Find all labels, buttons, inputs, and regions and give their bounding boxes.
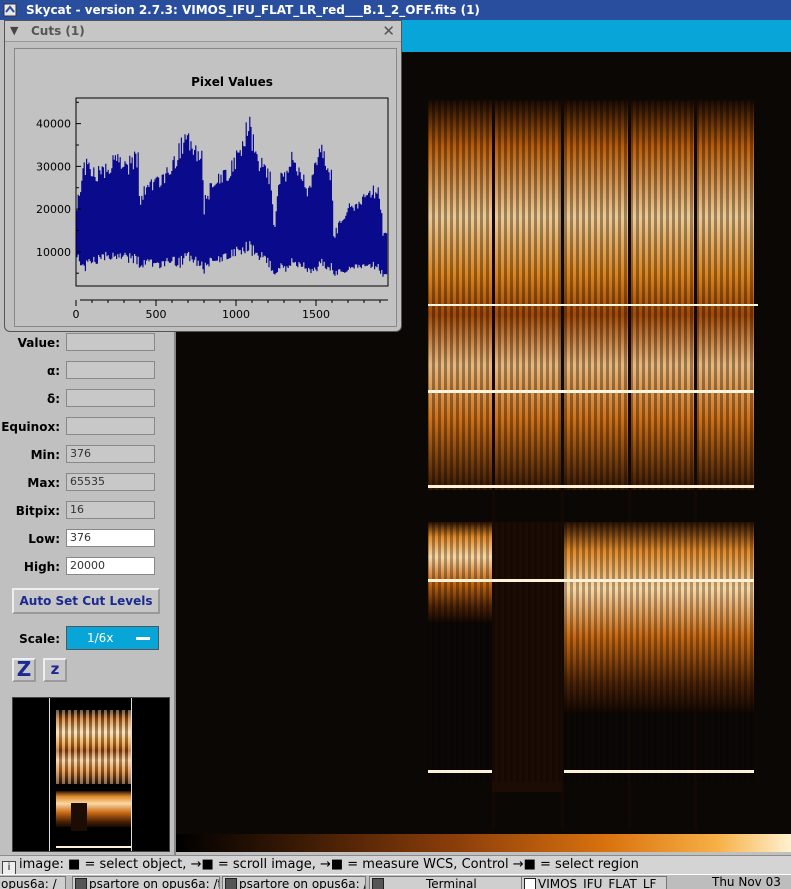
status-part-select: = select object, — [80, 857, 191, 872]
field-value[interactable]: 20000 — [66, 557, 155, 575]
field-label: Low: — [28, 532, 60, 546]
terminal-icon — [372, 878, 384, 889]
field-value[interactable] — [66, 333, 155, 351]
chart-svg: Pixel Values 10000 20000 30000 40000 0 500 1000… — [36, 75, 389, 321]
y-tick-label: 30000 — [36, 160, 71, 173]
pixel-values-chart: Pixel Values 10000 20000 30000 40000 0 500 1000… — [14, 48, 397, 327]
status-prefix: image: — [19, 857, 64, 872]
field-label: Value: — [17, 336, 60, 350]
taskbar-item-label: Terminal — [426, 877, 477, 889]
zoom-out-button[interactable]: z — [43, 658, 67, 682]
arrow-mouse-icon: →■ — [190, 857, 214, 872]
field-value[interactable]: 376 — [66, 445, 155, 463]
taskbar-item[interactable]: opus6a: / — [0, 876, 66, 889]
field-label: Bitpix: — [15, 504, 60, 518]
field-value[interactable]: 376 — [66, 529, 155, 547]
field-label: α: — [46, 364, 60, 378]
field-label: High: — [23, 560, 60, 574]
taskbar-item[interactable]: VIMOS_IFU_FLAT_LF — [521, 876, 667, 889]
status-part-scroll: = scroll image, — [213, 857, 320, 872]
field-value[interactable]: 65535 — [66, 473, 155, 491]
x-tick-label: 1500 — [302, 308, 330, 321]
field-value[interactable]: 16 — [66, 501, 155, 519]
close-icon[interactable]: ✕ — [382, 22, 395, 40]
status-part-region: = select region — [535, 857, 639, 872]
scale-value: 1/6x — [87, 631, 114, 645]
cuts-title: Cuts (1) — [31, 24, 85, 38]
info-icon: i — [2, 861, 16, 874]
window-title: Skycat - version 2.7.3: VIMOS_IFU_FLAT_L… — [26, 3, 480, 17]
terminal-icon — [75, 878, 87, 889]
status-bar: i image: ■ = select object, →■ = scroll i… — [0, 855, 791, 874]
pixel-values-series — [76, 116, 388, 277]
taskbar-item-label: VIMOS_IFU_FLAT_LF — [538, 877, 657, 889]
chart-title: Pixel Values — [191, 75, 273, 89]
field-value[interactable] — [66, 361, 155, 379]
menu-indicator-icon — [136, 637, 150, 640]
arrow-mouse-icon: →■ — [319, 857, 344, 872]
taskbar-clock: Thu Nov 03 — [712, 875, 781, 889]
panner-thumbnail[interactable] — [12, 697, 170, 852]
window-title-bar[interactable]: Skycat - version 2.7.3: VIMOS_IFU_FLAT_L… — [0, 0, 791, 20]
x-tick-label: 0 — [73, 308, 80, 321]
field-label: δ: — [46, 392, 60, 406]
terminal-icon — [225, 878, 237, 889]
cuts-window[interactable]: ▼ Cuts (1) ✕ Pixel Values 10000 20000 30000… — [4, 20, 402, 332]
field-value[interactable] — [66, 389, 155, 407]
auto-set-cut-levels-button[interactable]: Auto Set Cut Levels — [12, 588, 160, 614]
taskbar-item[interactable]: psartore on opus6a: / — [222, 876, 366, 889]
arrow-mouse-icon: →■ — [512, 857, 536, 872]
field-value[interactable] — [66, 417, 155, 435]
field-label: Equinox: — [1, 420, 60, 434]
taskbar-item[interactable]: psartore on opus6a: /t — [72, 876, 220, 889]
taskbar-item-label: psartore on opus6a: / — [239, 877, 366, 889]
y-tick-label: 40000 — [36, 118, 71, 131]
document-icon — [524, 878, 536, 889]
scale-menu-button[interactable]: 1/6x — [66, 626, 159, 650]
zoom-in-button[interactable]: Z — [12, 658, 36, 682]
chevron-down-icon[interactable]: ▼ — [10, 24, 18, 37]
mouse-icon: ■ — [68, 857, 81, 872]
taskbar-item-label: psartore on opus6a: /t — [89, 877, 220, 889]
status-part-wcs: = measure WCS, Control — [343, 857, 513, 872]
field-label: Max: — [27, 476, 60, 490]
x-tick-label: 500 — [146, 308, 167, 321]
y-tick-label: 20000 — [36, 203, 71, 216]
scale-label: Scale: — [19, 632, 60, 646]
y-tick-label: 10000 — [36, 246, 71, 259]
taskbar: opus6a: / psartore on opus6a: /t psartor… — [0, 874, 791, 889]
taskbar-item-label: opus6a: / — [1, 877, 57, 889]
field-label: Min: — [30, 448, 60, 462]
colormap-bar[interactable] — [176, 834, 791, 852]
x-tick-label: 1000 — [222, 308, 250, 321]
skycat-app-icon[interactable] — [3, 3, 17, 17]
cuts-title-bar[interactable]: ▼ Cuts (1) ✕ — [5, 21, 401, 42]
